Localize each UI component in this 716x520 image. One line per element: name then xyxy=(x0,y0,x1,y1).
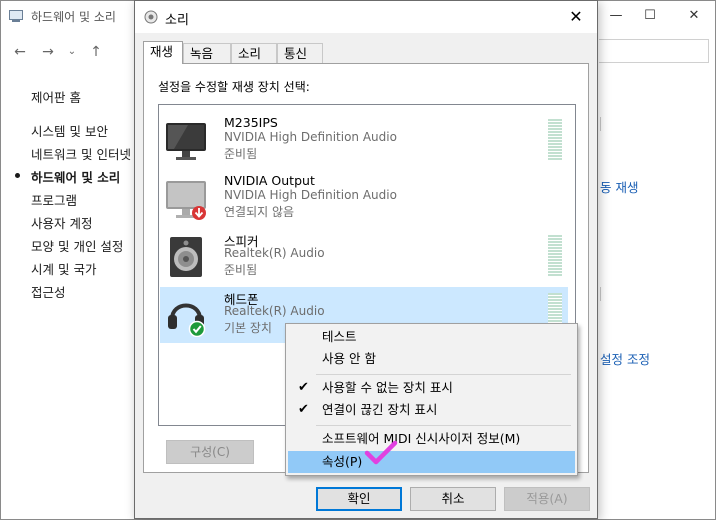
headphones-default-icon xyxy=(168,303,206,337)
apply-button[interactable]: 적용(A) xyxy=(504,487,590,511)
menu-item-properties[interactable]: 속성(P) xyxy=(288,451,575,473)
configure-button[interactable]: 구성(C) xyxy=(166,440,254,464)
annotation-checkmark-icon xyxy=(364,440,398,465)
sidebar-item-accessibility[interactable]: 접근성 xyxy=(31,282,66,301)
device-name: NVIDIA Output xyxy=(224,173,315,188)
list-item[interactable]: 스피커 Realtek(R) Audio 준비됨 xyxy=(160,229,568,285)
navigation-bar: ← → ⌄ ↑ xyxy=(1,41,141,63)
device-driver: Realtek(R) Audio xyxy=(224,304,325,318)
tab-sounds[interactable]: 소리 xyxy=(231,43,277,63)
sidebar-item-programs[interactable]: 프로그램 xyxy=(31,190,77,209)
volume-level-meter xyxy=(548,119,562,161)
active-bullet-icon xyxy=(15,173,20,178)
device-state: 준비됨 xyxy=(224,263,258,277)
menu-item-label: 테스트 xyxy=(322,329,357,344)
control-panel-title: 하드웨어 및 소리 xyxy=(31,10,116,24)
sidebar-item-control-panel-home[interactable]: 제어판 홈 xyxy=(31,87,81,106)
list-item[interactable]: NVIDIA Output NVIDIA High Definition Aud… xyxy=(160,171,568,227)
tab-playback[interactable]: 재생 xyxy=(143,41,183,64)
sidebar-item-system-security[interactable]: 시스템 및 보안 xyxy=(31,121,108,140)
menu-item-label: 소프트웨어 MIDI 신시사이저 정보(M) xyxy=(322,431,521,446)
menu-separator xyxy=(316,374,571,375)
menu-item-show-disabled-devices[interactable]: ✔ 사용할 수 없는 장치 표시 xyxy=(288,377,575,399)
up-arrow-icon[interactable]: ↑ xyxy=(87,41,105,63)
back-arrow-icon[interactable]: ← xyxy=(11,41,29,63)
close-button[interactable]: ✕ xyxy=(677,5,711,27)
menu-item-midi-info[interactable]: 소프트웨어 MIDI 신시사이저 정보(M) xyxy=(288,428,575,450)
speaker-app-icon xyxy=(144,10,158,24)
menu-item-label: 연결이 끊긴 장치 표시 xyxy=(322,402,438,417)
monitor-icon xyxy=(166,123,206,160)
ok-button[interactable]: 확인 xyxy=(316,487,402,511)
divider xyxy=(600,117,601,131)
sidebar-item-hardware-sound[interactable]: 하드웨어 및 소리 xyxy=(31,167,120,186)
forward-arrow-icon[interactable]: → xyxy=(39,41,57,63)
checkmark-icon: ✔ xyxy=(298,402,309,417)
volume-level-meter xyxy=(548,235,562,277)
menu-item-label: 사용 안 함 xyxy=(322,351,376,366)
tab-communications[interactable]: 통신 xyxy=(277,43,323,63)
menu-item-disable[interactable]: 사용 안 함 xyxy=(288,348,575,370)
chevron-down-icon[interactable]: ⌄ xyxy=(63,41,81,63)
menu-item-test[interactable]: 테스트 xyxy=(288,326,575,348)
sidebar-item-clock-region[interactable]: 시계 및 국가 xyxy=(31,259,96,278)
device-state: 연결되지 않음 xyxy=(224,205,295,219)
sidebar-item-user-accounts[interactable]: 사용자 계정 xyxy=(31,213,92,232)
device-name: M235IPS xyxy=(224,115,278,130)
device-driver: NVIDIA High Definition Audio xyxy=(224,130,397,144)
device-driver: Realtek(R) Audio xyxy=(224,246,325,260)
address-bar[interactable] xyxy=(599,39,709,63)
monitor-disconnected-icon xyxy=(166,181,206,220)
cancel-button[interactable]: 취소 xyxy=(410,487,496,511)
context-menu: 테스트 사용 안 함 ✔ 사용할 수 없는 장치 표시 ✔ 연결이 끊긴 장치 … xyxy=(285,323,578,476)
menu-item-show-disconnected-devices[interactable]: ✔ 연결이 끊긴 장치 표시 xyxy=(288,399,575,421)
device-state: 기본 장치 xyxy=(224,321,272,335)
device-state: 준비됨 xyxy=(224,147,258,161)
dialog-title: 소리 xyxy=(165,13,189,28)
link-autoplay[interactable]: 동 재생 xyxy=(600,177,638,196)
control-panel-app-icon xyxy=(9,10,23,22)
device-driver: NVIDIA High Definition Audio xyxy=(224,188,397,202)
checkmark-icon: ✔ xyxy=(298,380,309,395)
dialog-titlebar: 소리 ✕ xyxy=(135,1,597,33)
sidebar-item-appearance[interactable]: 모양 및 개인 설정 xyxy=(31,236,123,255)
instruction-text: 설정을 수정할 재생 장치 선택: xyxy=(158,80,310,94)
maximize-button[interactable]: ☐ xyxy=(633,5,667,27)
list-item[interactable]: M235IPS NVIDIA High Definition Audio 준비됨 xyxy=(160,113,568,169)
minimize-button[interactable]: — xyxy=(599,5,633,27)
menu-item-label: 사용할 수 없는 장치 표시 xyxy=(322,380,453,395)
sidebar-item-network[interactable]: 네트워크 및 인터넷 xyxy=(31,144,131,163)
menu-separator xyxy=(316,425,571,426)
menu-item-label: 속성(P) xyxy=(322,454,363,469)
tab-recording[interactable]: 녹음 xyxy=(183,43,231,63)
speaker-icon xyxy=(170,237,202,277)
divider xyxy=(600,287,601,301)
dialog-close-button[interactable]: ✕ xyxy=(561,5,591,29)
link-adjust-settings[interactable]: 설정 조정 xyxy=(600,349,650,368)
